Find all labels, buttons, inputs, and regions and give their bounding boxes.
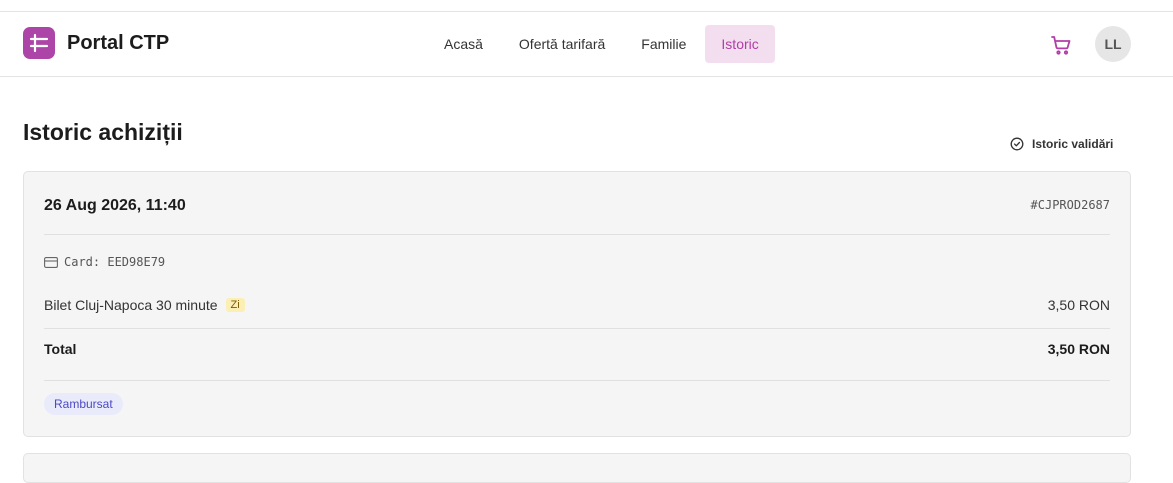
card-info: Card: EED98E79 [44,255,165,269]
divider [44,234,1110,235]
status-badge: Rambursat [44,393,123,415]
app-title: Portal CTP [67,31,170,54]
nav-item-istoric[interactable]: Istoric [705,25,775,63]
divider [44,328,1110,329]
line-item-price: 3,50 RON [1047,297,1110,313]
purchase-card: 26 Aug 2026, 11:40 #CJPROD2687 Card: EED… [23,171,1131,437]
main-nav: Acasă Ofertă tarifară Familie Istoric [427,25,777,63]
nav-item-acasa[interactable]: Acasă [427,25,500,63]
card-label: Card: EED98E79 [64,255,166,269]
total-value: 3,50 RON [1047,341,1110,357]
validation-history-button[interactable]: Istoric validări [1002,130,1121,158]
page-title: Istoric achiziții [23,119,183,145]
nav-item-oferta-tarifara[interactable]: Ofertă tarifară [502,25,622,63]
purchase-date: 26 Aug 2026, 11:40 [44,197,186,214]
credit-card-icon [44,256,58,268]
app-header: Portal CTP Acasă Ofertă tarifară Familie… [0,12,1173,77]
brand[interactable]: Portal CTP [23,27,169,59]
purchase-card-next [23,453,1131,483]
user-avatar[interactable]: LL [1095,26,1131,62]
validation-history-label: Istoric validări [1032,137,1114,151]
order-id: #CJPROD2687 [1030,198,1110,212]
line-item: Bilet Cluj-Napoca 30 minute Zi [44,297,245,313]
nav-item-familie[interactable]: Familie [624,25,703,63]
line-item-name: Bilet Cluj-Napoca 30 minute [44,297,218,313]
cart-icon[interactable] [1049,33,1073,57]
period-badge: Zi [225,298,245,312]
total-label: Total [44,341,77,357]
divider [44,380,1110,381]
ticket-icon [23,27,55,59]
check-circle-icon [1010,137,1024,151]
